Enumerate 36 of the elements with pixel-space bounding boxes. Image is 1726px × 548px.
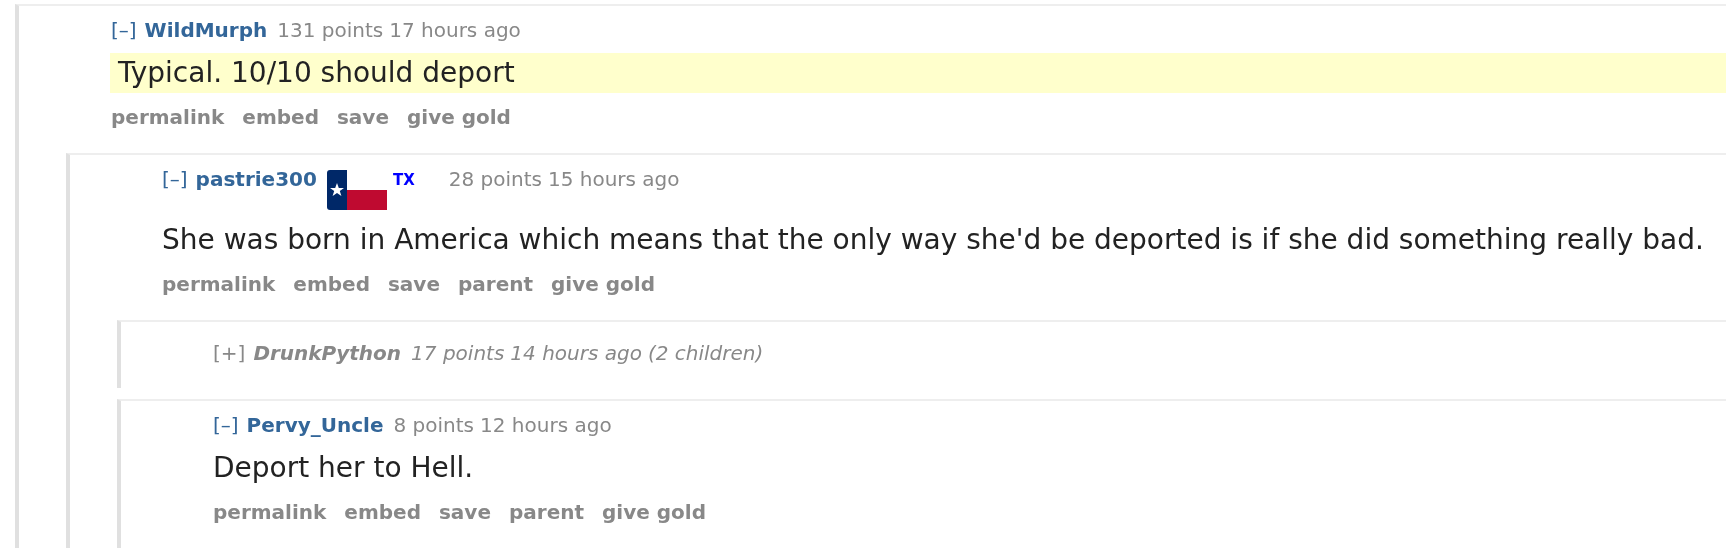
points-count: 8 points xyxy=(393,412,475,438)
comment-text: She was born in America which means that the only way she'd be deported is if she did something really bad. xyxy=(162,222,1705,258)
timestamp: 15 hours ago xyxy=(547,166,680,192)
action-link[interactable]: give gold xyxy=(551,270,655,298)
action-link[interactable]: embed xyxy=(242,103,319,131)
action-link[interactable]: embed xyxy=(293,270,370,298)
username-link[interactable]: Pervy_Uncle xyxy=(246,412,384,438)
username-link[interactable]: DrunkPython xyxy=(253,340,402,366)
username-link[interactable]: WildMurph xyxy=(144,17,268,43)
action-link[interactable]: save xyxy=(387,270,440,298)
collapse-toggle[interactable]: [–] xyxy=(111,17,137,43)
timestamp: 14 hours ago xyxy=(510,340,642,366)
flag-icon xyxy=(326,170,387,210)
action-link[interactable]: give gold xyxy=(406,103,511,131)
points-count: 131 points xyxy=(277,17,384,43)
action-link[interactable]: permalink xyxy=(213,498,327,526)
action-link[interactable]: parent xyxy=(508,498,584,526)
collapse-toggle[interactable]: [–] xyxy=(162,166,188,192)
points-count: 17 points xyxy=(411,340,505,366)
action-link[interactable]: parent xyxy=(457,270,533,298)
action-link[interactable]: permalink xyxy=(111,103,225,131)
action-link[interactable]: save xyxy=(438,498,491,526)
action-link[interactable]: give gold xyxy=(602,498,706,526)
username-link[interactable]: pastrie300 xyxy=(195,166,317,192)
flair-label: TX xyxy=(392,170,415,191)
comment-text: Deport her to Hell. xyxy=(213,450,475,486)
action-link[interactable]: save xyxy=(336,103,389,131)
timestamp: 17 hours ago xyxy=(389,17,521,43)
collapse-toggle[interactable]: [+] xyxy=(213,340,246,366)
collapse-toggle[interactable]: [–] xyxy=(213,412,239,438)
comment-text: Typical. 10/10 should deport xyxy=(110,53,1726,93)
action-link[interactable]: permalink xyxy=(162,270,276,298)
children-count: (2 children) xyxy=(647,340,764,366)
points-count: 28 points xyxy=(448,166,542,192)
action-link[interactable]: embed xyxy=(344,498,421,526)
timestamp: 12 hours ago xyxy=(480,412,612,438)
